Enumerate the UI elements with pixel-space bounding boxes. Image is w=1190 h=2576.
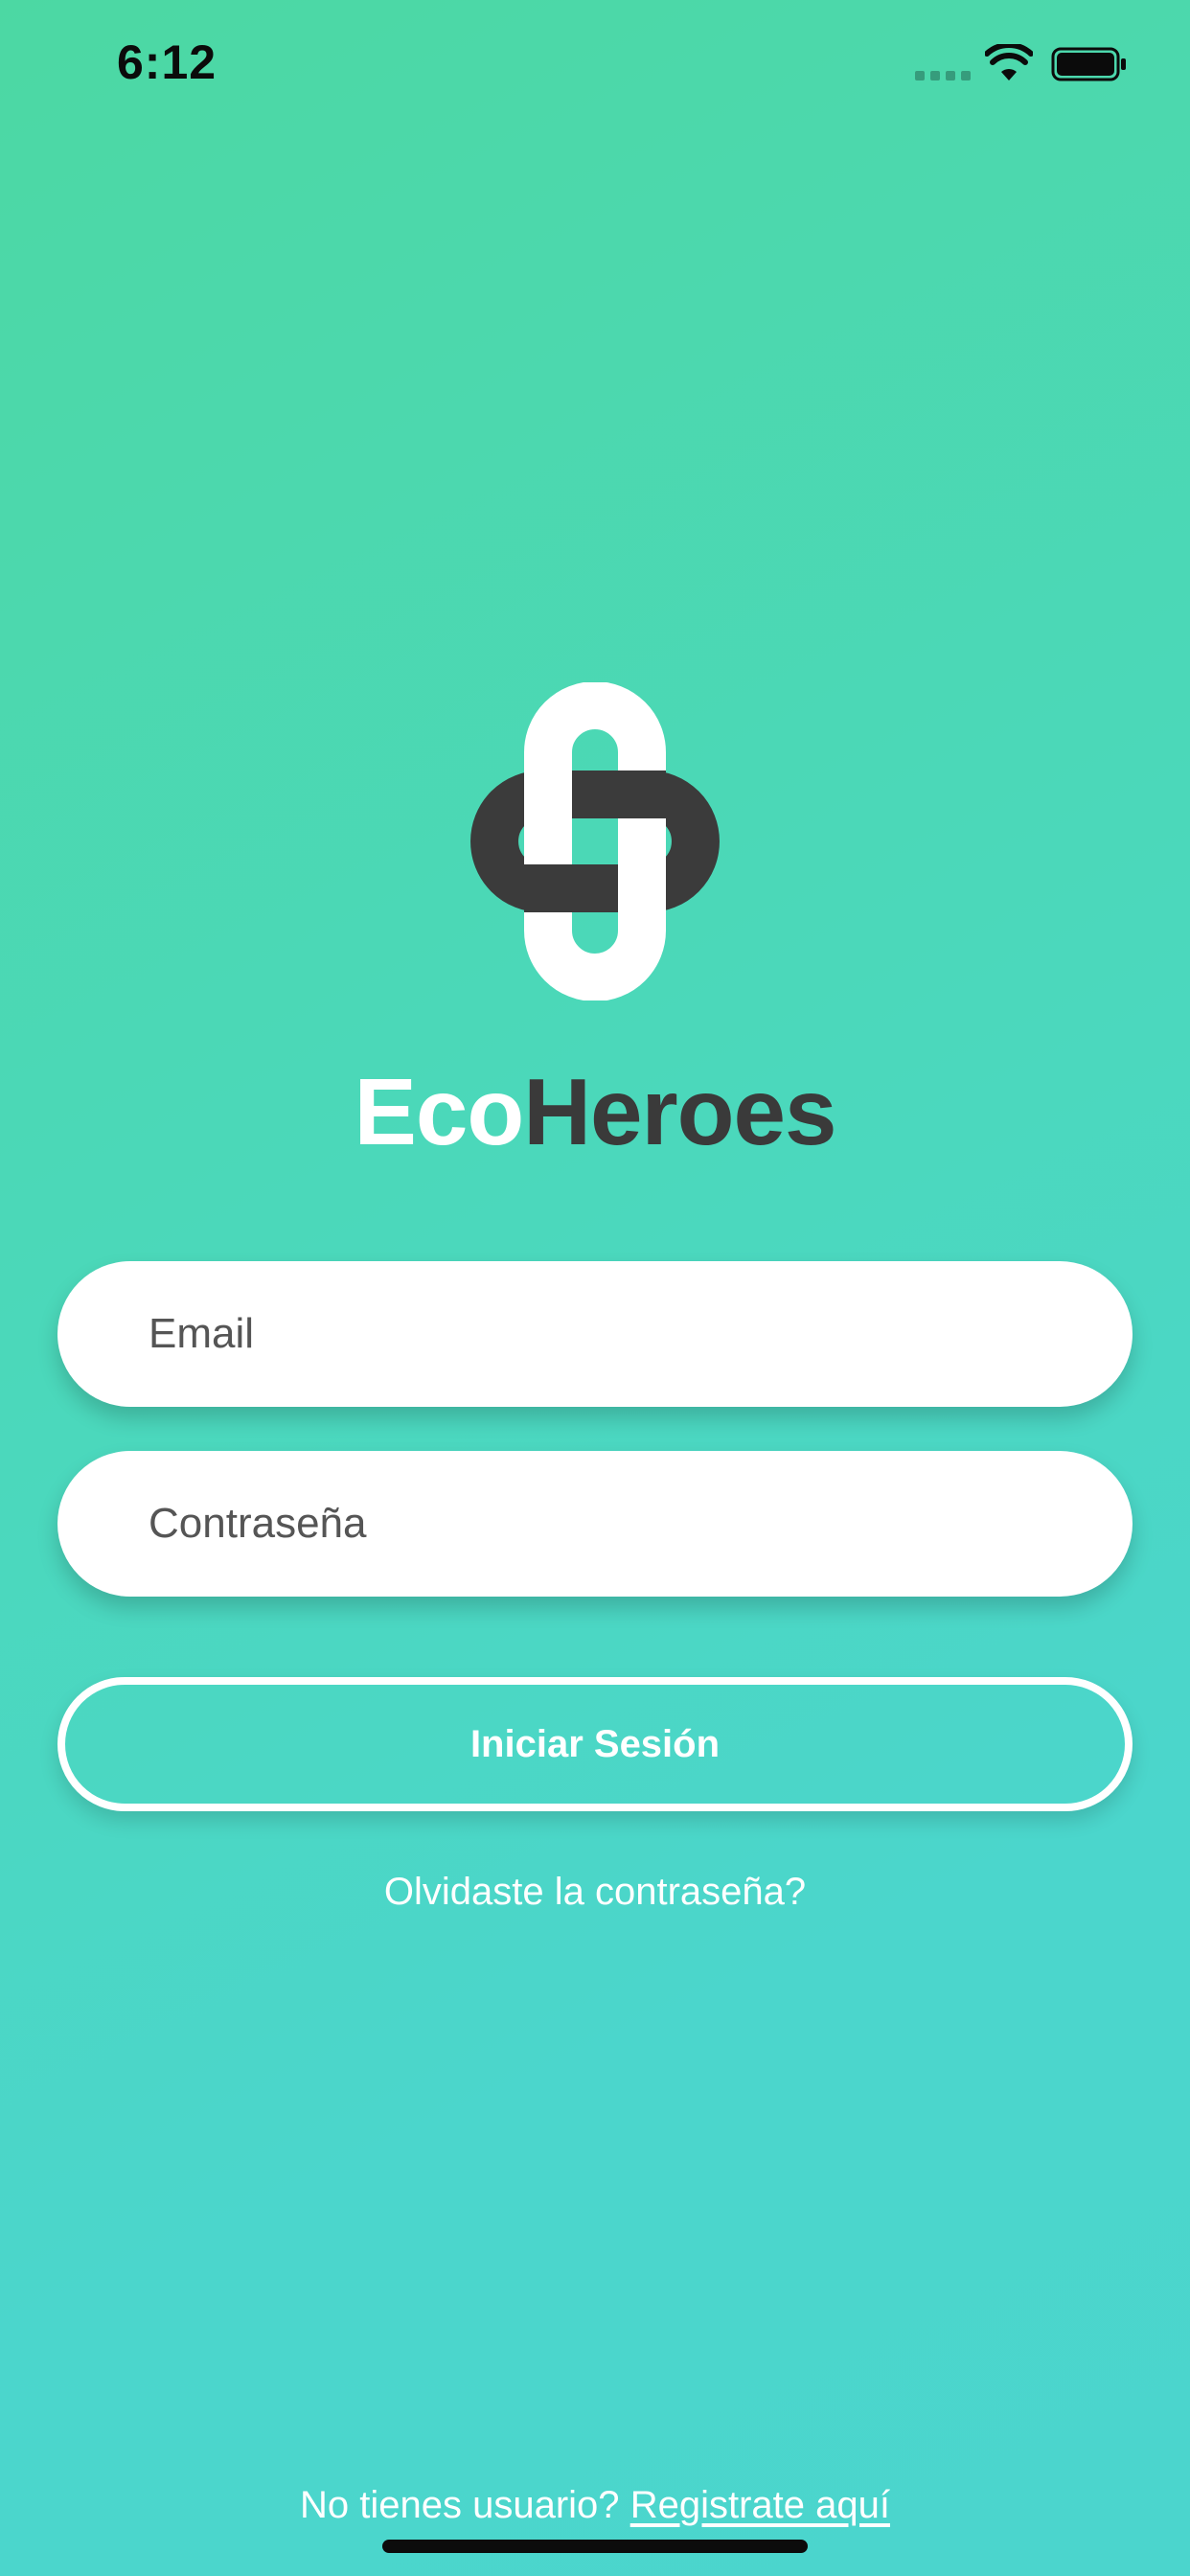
brand-name: EcoHeroes — [0, 1054, 1190, 1169]
login-button[interactable]: Iniciar Sesión — [57, 1677, 1133, 1811]
register-row: No tienes usuario? Registrate aquí — [0, 2478, 1190, 2532]
wifi-icon — [985, 44, 1033, 80]
email-field-container[interactable] — [57, 1261, 1133, 1407]
email-input[interactable] — [149, 1261, 1068, 1407]
brand-name-heroes: Heroes — [523, 1059, 836, 1164]
forgot-password-link[interactable]: Olvidaste la contraseña? — [0, 1865, 1190, 1919]
password-input[interactable] — [149, 1451, 1068, 1597]
cellular-signal-icon — [915, 71, 971, 80]
brand-name-eco: Eco — [354, 1059, 524, 1164]
battery-full-icon — [1051, 47, 1126, 81]
status-time: 6:12 — [117, 35, 217, 89]
register-prompt: No tienes usuario? — [300, 2484, 620, 2526]
ecoheroes-logo-icon — [470, 682, 720, 1000]
password-field-container[interactable] — [57, 1451, 1133, 1597]
status-bar: 6:12 — [0, 0, 1190, 134]
home-indicator[interactable] — [382, 2540, 808, 2553]
register-link[interactable]: Registrate aquí — [630, 2484, 890, 2526]
